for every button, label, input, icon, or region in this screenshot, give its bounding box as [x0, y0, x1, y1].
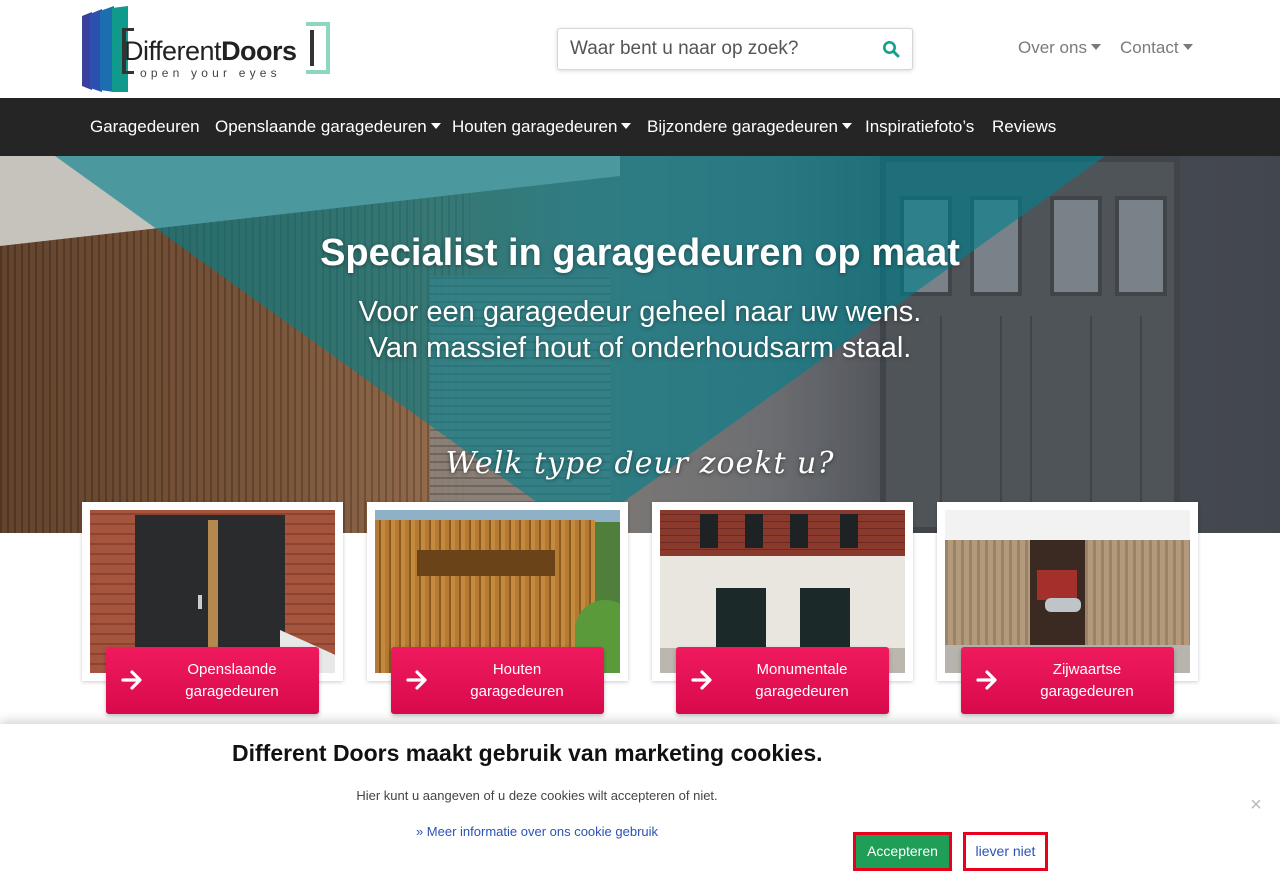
accept-cookies-button[interactable]: Accepteren: [853, 832, 952, 871]
nav-item-inspiratiefotos[interactable]: Inspiratiefoto’s: [865, 117, 974, 137]
chevron-down-icon: [430, 123, 441, 129]
cookie-info-link[interactable]: » Meer informatie over ons cookie gebrui…: [232, 824, 842, 839]
card-openslaande[interactable]: Openslaande garagedeuren: [82, 502, 343, 714]
search-icon[interactable]: [882, 40, 900, 58]
decline-cookies-button[interactable]: liever niet: [963, 832, 1048, 871]
cookie-banner: Different Doors maakt gebruik van market…: [0, 724, 1280, 887]
hero-subtitle-line-2: Van massief hout of onderhoudsarm staal.: [368, 332, 912, 364]
site-header: DifferentDoors open your eyes Over ons C…: [0, 0, 1280, 98]
hero-subtitle: Voor een garagedeur geheel naar uw wens.…: [0, 294, 1280, 366]
arrow-right-icon: [691, 670, 712, 690]
card-openslaande-button[interactable]: Openslaande garagedeuren: [106, 647, 319, 714]
arrow-right-icon: [976, 670, 997, 690]
nav-item-garagedeuren[interactable]: Garagedeuren: [90, 117, 200, 137]
topnav-about[interactable]: Over ons: [1018, 38, 1101, 58]
search-box: [557, 28, 913, 70]
logo-tagline: open your eyes: [140, 66, 281, 80]
topnav-about-label: Over ons: [1018, 38, 1087, 57]
card-houten-button[interactable]: Houten garagedeuren: [391, 647, 604, 714]
topnav-contact-label: Contact: [1120, 38, 1179, 57]
nav-item-houten[interactable]: Houten garagedeuren: [452, 117, 632, 137]
topnav-contact[interactable]: Contact: [1120, 38, 1193, 58]
nav-item-reviews[interactable]: Reviews: [992, 117, 1056, 137]
hero-banner: Specialist in garagedeuren op maat Voor …: [0, 156, 1280, 533]
arrow-right-icon: [406, 670, 427, 690]
card-monumentale[interactable]: Monumentale garagedeuren: [652, 502, 913, 714]
chevron-down-icon: [1090, 44, 1101, 50]
chevron-down-icon: [1182, 44, 1193, 50]
card-zijwaartse-button[interactable]: Zijwaartse garagedeuren: [961, 647, 1174, 714]
hero-title: Specialist in garagedeuren op maat: [320, 232, 960, 274]
cookie-text: Hier kunt u aangeven of u deze cookies w…: [356, 788, 718, 803]
close-icon[interactable]: ×: [1247, 795, 1265, 815]
nav-item-openslaande[interactable]: Openslaande garagedeuren: [215, 117, 441, 137]
card-zijwaartse[interactable]: Zijwaartse garagedeuren: [937, 502, 1198, 714]
logo-wordmark: DifferentDoors: [124, 36, 297, 66]
hero-subtitle-line-1: Voor een garagedeur geheel naar uw wens.: [358, 296, 922, 328]
search-input[interactable]: [558, 29, 868, 69]
main-navigation: Garagedeuren Openslaande garagedeuren Ho…: [0, 98, 1280, 156]
card-monumentale-button[interactable]: Monumentale garagedeuren: [676, 647, 889, 714]
chevron-down-icon: [621, 123, 632, 129]
card-houten[interactable]: Houten garagedeuren: [367, 502, 628, 714]
door-type-question: Welk type deur zoekt u?: [445, 446, 835, 481]
arrow-right-icon: [121, 670, 142, 690]
chevron-down-icon: [841, 123, 852, 129]
logo[interactable]: DifferentDoors open your eyes: [82, 6, 332, 92]
cookie-title: Different Doors maakt gebruik van market…: [232, 740, 823, 766]
nav-item-bijzondere[interactable]: Bijzondere garagedeuren: [647, 117, 852, 137]
